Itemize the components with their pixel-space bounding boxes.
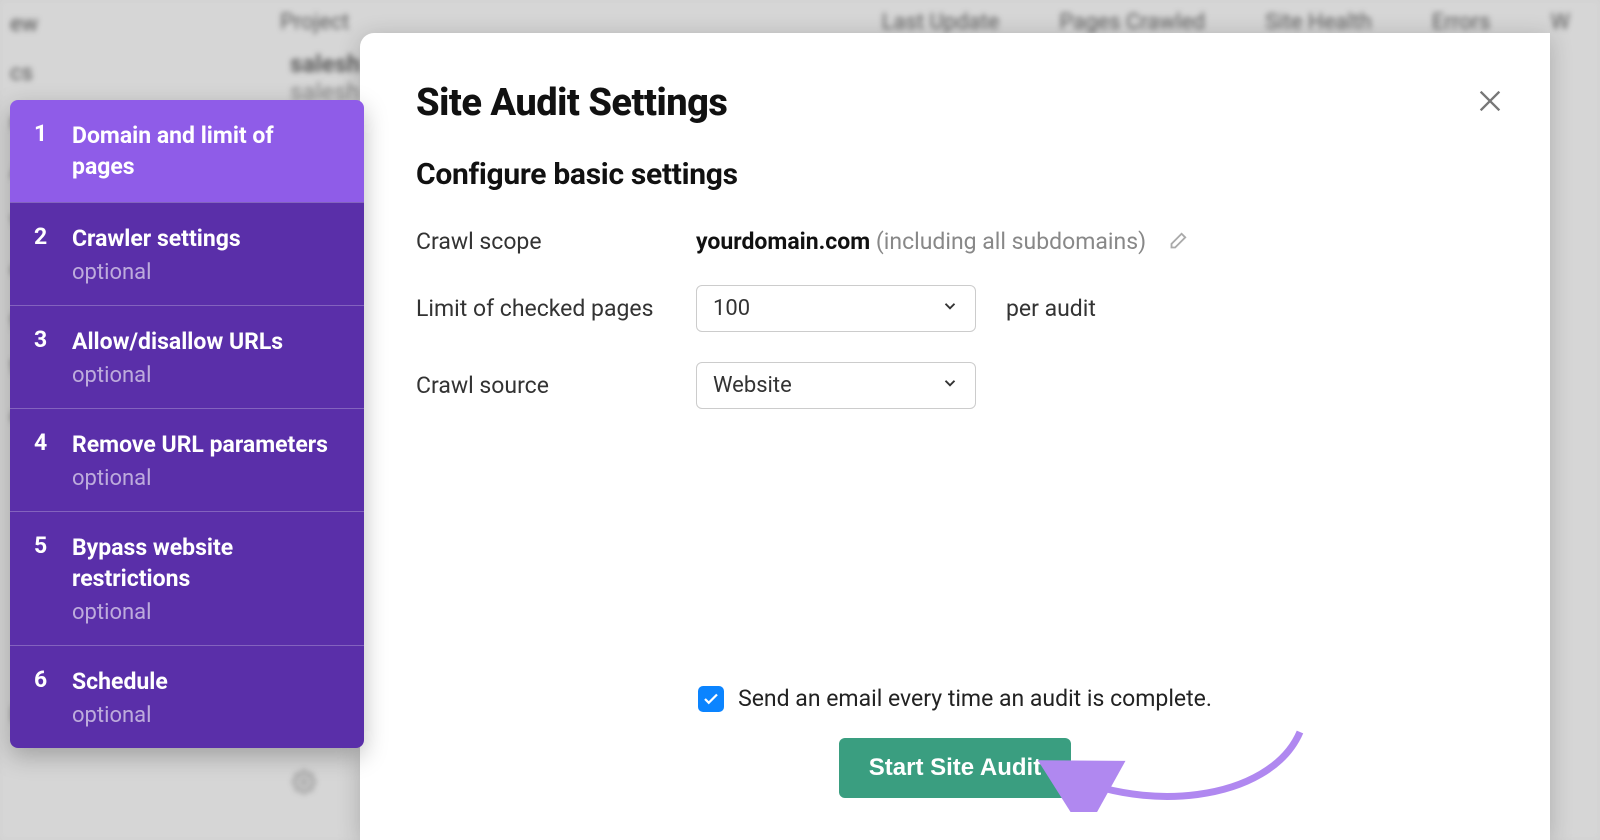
crawl-scope-label: Crawl scope: [416, 228, 696, 255]
limit-pages-value: 100: [713, 296, 750, 321]
step-crawler-settings[interactable]: 2 Crawler settings optional: [10, 202, 364, 305]
step-number: 6: [34, 666, 54, 728]
step-number: 4: [34, 429, 54, 491]
limit-pages-row: Limit of checked pages 100 per audit: [416, 285, 1494, 332]
limit-pages-suffix: per audit: [1006, 295, 1096, 322]
step-optional: optional: [72, 600, 340, 625]
crawl-scope-row: Crawl scope yourdomain.com (including al…: [416, 228, 1494, 255]
step-optional: optional: [72, 260, 340, 285]
step-number: 2: [34, 223, 54, 285]
crawl-source-row: Crawl source Website: [416, 362, 1494, 409]
email-notify-label: Send an email every time an audit is com…: [738, 685, 1212, 712]
limit-pages-select[interactable]: 100: [696, 285, 976, 332]
close-button[interactable]: [1470, 81, 1510, 121]
start-site-audit-button[interactable]: Start Site Audit: [839, 738, 1071, 798]
step-schedule[interactable]: 6 Schedule optional: [10, 645, 364, 748]
step-label: Bypass website restrictions: [72, 532, 340, 594]
modal-title: Site Audit Settings: [416, 81, 1494, 125]
crawl-scope-domain: yourdomain.com: [696, 228, 870, 255]
crawl-scope-note: (including all subdomains): [876, 228, 1146, 255]
step-optional: optional: [72, 703, 340, 728]
edit-icon[interactable]: [1166, 231, 1188, 253]
modal-subtitle: Configure basic settings: [416, 157, 1494, 192]
step-label: Schedule: [72, 666, 340, 697]
step-number: 3: [34, 326, 54, 388]
step-number: 1: [34, 120, 54, 182]
step-label: Domain and limit of pages: [72, 120, 340, 182]
crawl-source-value: Website: [713, 373, 792, 398]
step-label: Allow/disallow URLs: [72, 326, 340, 357]
step-label: Remove URL parameters: [72, 429, 340, 460]
step-optional: optional: [72, 363, 340, 388]
email-notify-checkbox[interactable]: [698, 686, 724, 712]
step-remove-url-params[interactable]: 4 Remove URL parameters optional: [10, 408, 364, 511]
chevron-down-icon: [941, 373, 959, 398]
step-domain-limit[interactable]: 1 Domain and limit of pages: [10, 100, 364, 202]
settings-stepper: 1 Domain and limit of pages 2 Crawler se…: [10, 100, 364, 748]
step-bypass-restrictions[interactable]: 5 Bypass website restrictions optional: [10, 511, 364, 645]
step-optional: optional: [72, 466, 340, 491]
step-allow-disallow[interactable]: 3 Allow/disallow URLs optional: [10, 305, 364, 408]
site-audit-settings-modal: Site Audit Settings Configure basic sett…: [360, 33, 1550, 840]
limit-pages-label: Limit of checked pages: [416, 295, 696, 322]
chevron-down-icon: [941, 296, 959, 321]
crawl-source-label: Crawl source: [416, 372, 696, 399]
email-notify-row[interactable]: Send an email every time an audit is com…: [698, 685, 1212, 712]
step-number: 5: [34, 532, 54, 625]
step-label: Crawler settings: [72, 223, 340, 254]
crawl-source-select[interactable]: Website: [696, 362, 976, 409]
